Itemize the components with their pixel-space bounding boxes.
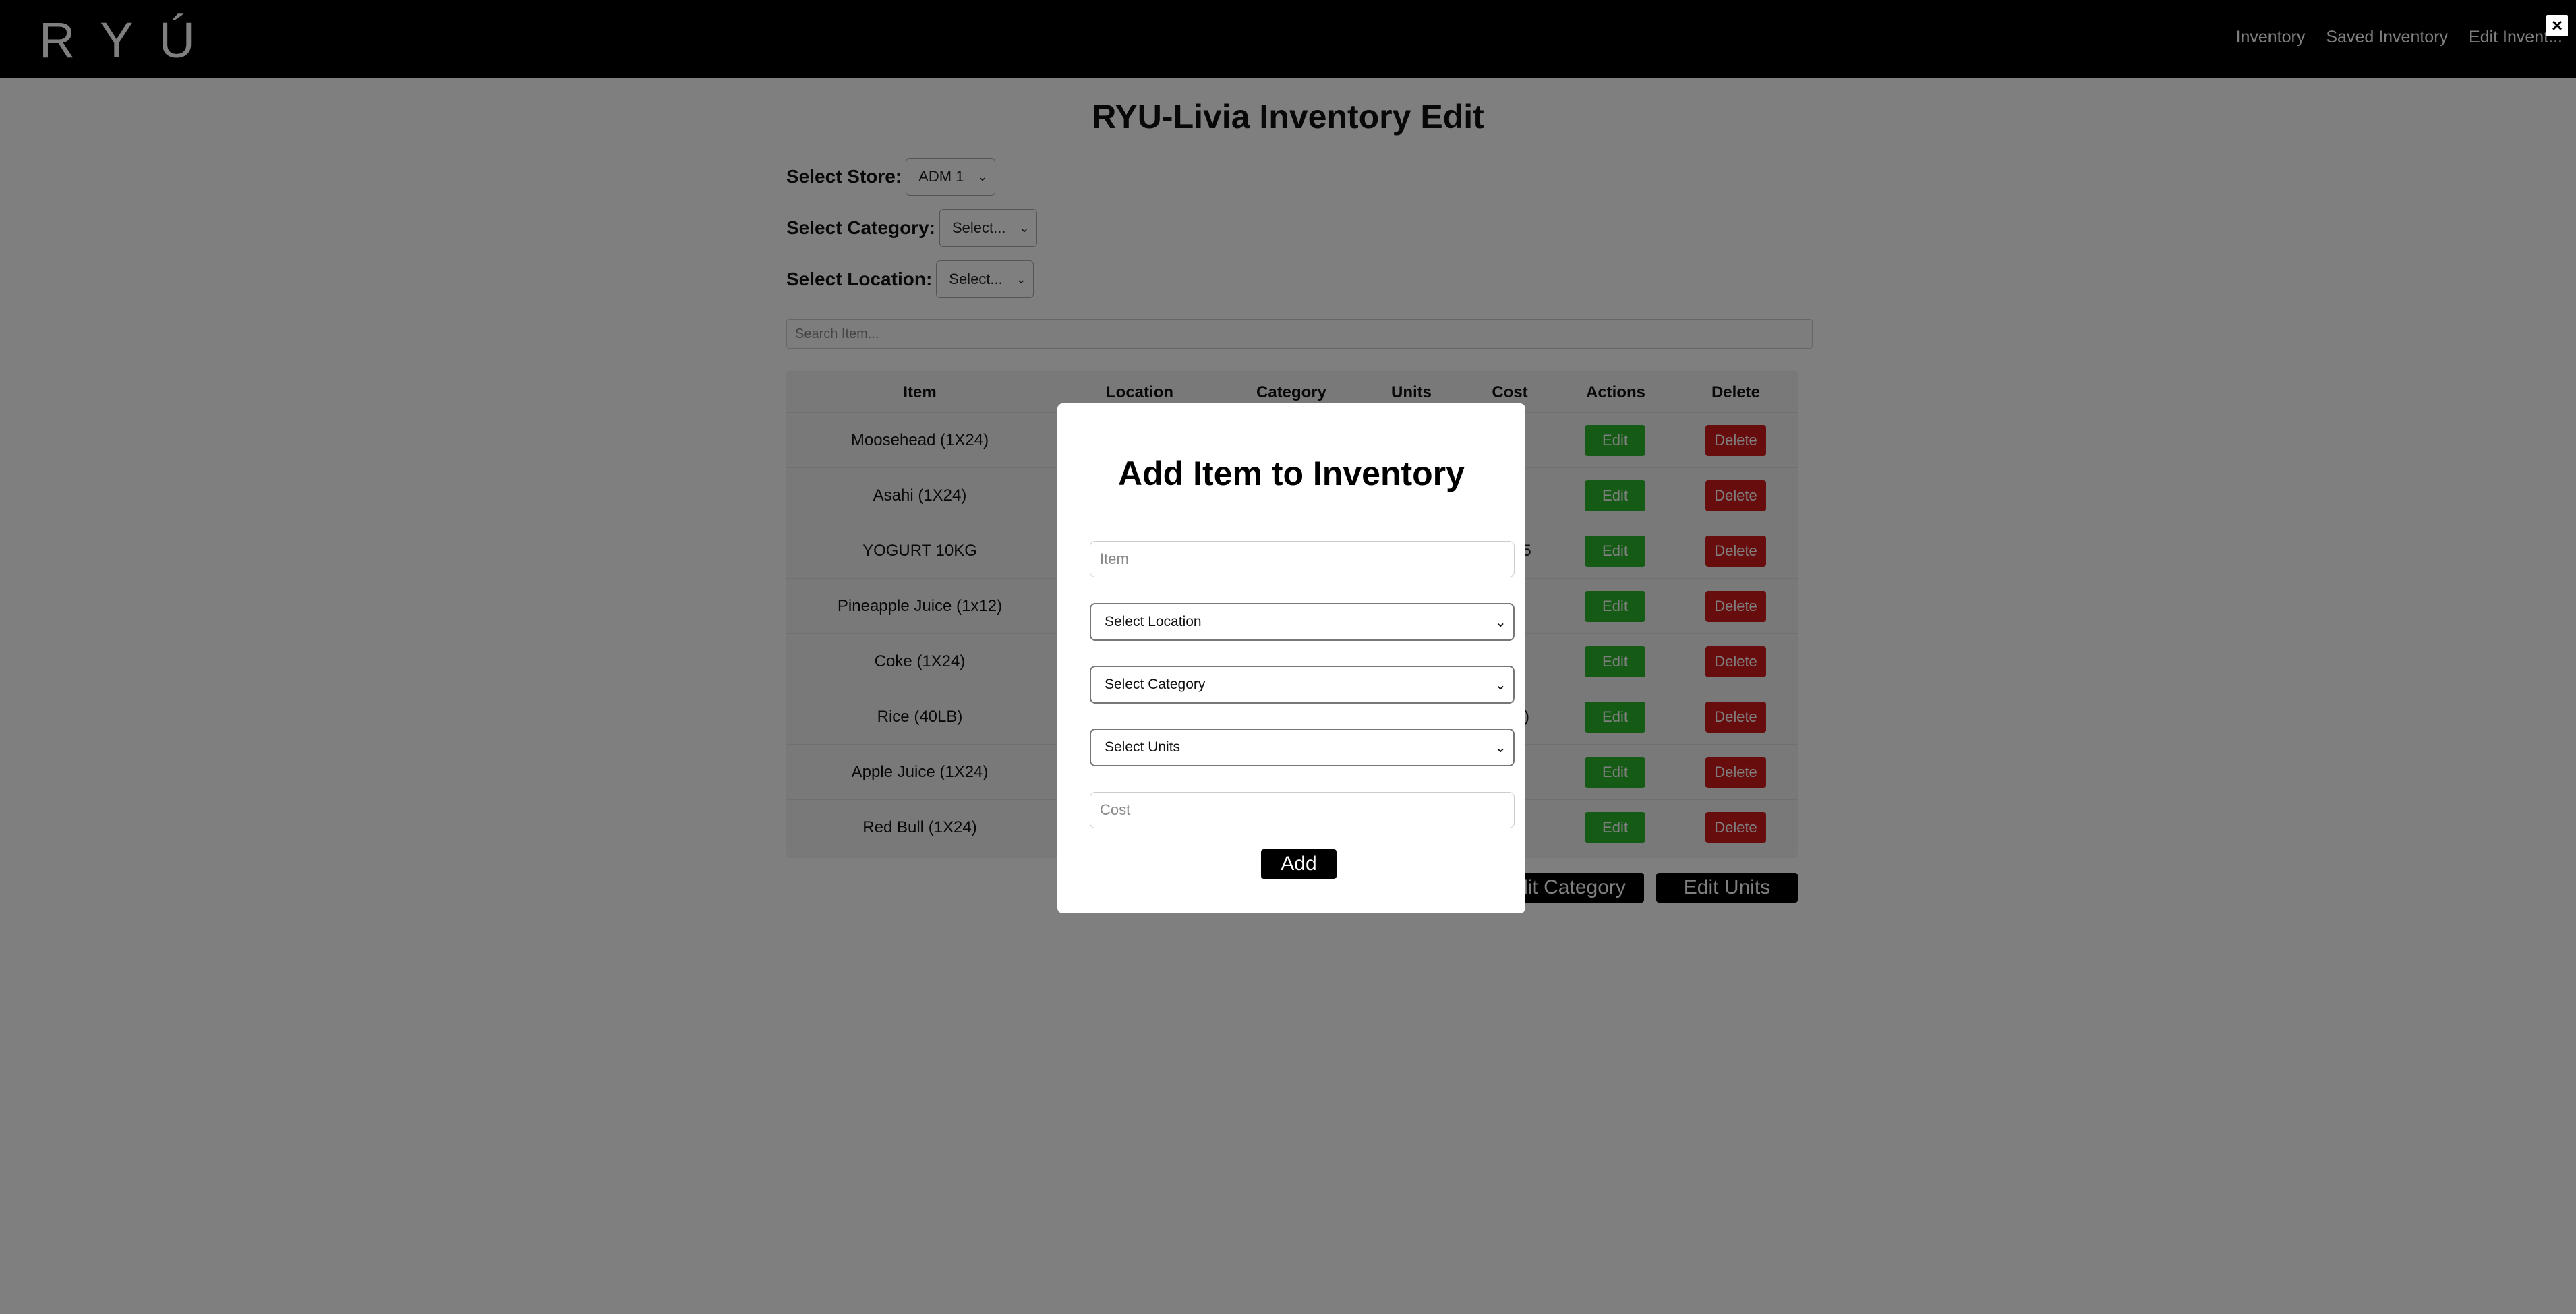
modal-title: Add Item to Inventory [1118,455,1465,492]
close-icon[interactable]: × [2546,15,2568,36]
chevron-down-icon: ⌄ [1494,614,1506,630]
chevron-down-icon: ⌄ [1494,677,1506,693]
units-select-label: Select Units [1105,739,1181,755]
add-item-modal: Add Item to Inventory Item Select Locati… [1057,403,1525,913]
location-select-label: Select Location [1105,614,1202,629]
units-select-field[interactable]: Select Units ⌄ [1090,729,1515,766]
cost-input[interactable]: Cost [1090,792,1515,828]
location-select-field[interactable]: Select Location ⌄ [1090,603,1515,641]
category-select-field[interactable]: Select Category ⌄ [1090,666,1515,704]
item-input[interactable]: Item [1090,541,1515,577]
category-select-label: Select Category [1105,677,1206,692]
chevron-down-icon: ⌄ [1494,739,1506,755]
add-button[interactable]: Add [1261,849,1337,879]
